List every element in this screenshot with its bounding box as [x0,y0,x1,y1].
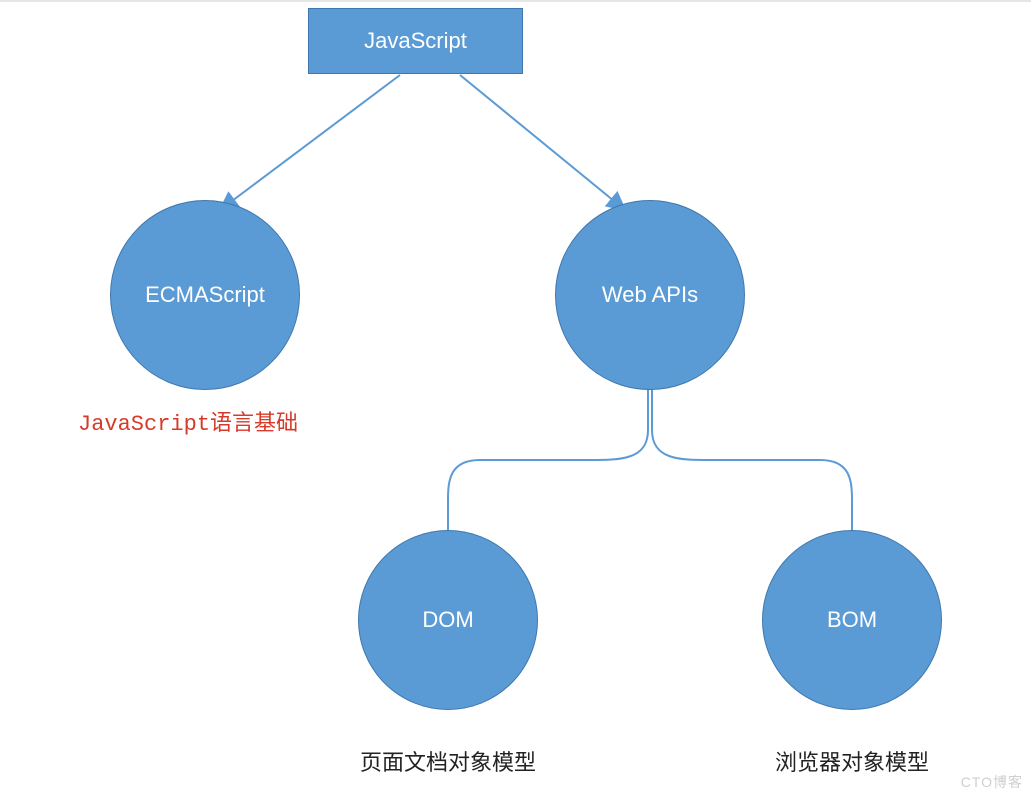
node-dom: DOM [358,530,538,710]
node-ecmascript-label: ECMAScript [145,282,265,308]
caption-ecmascript: JavaScript语言基础 [78,405,298,437]
node-root-label: JavaScript [364,28,467,54]
node-bom: BOM [762,530,942,710]
top-divider [0,0,1031,2]
edge-root-ecmascript [220,75,400,210]
caption-bom: 浏览器对象模型 [775,745,929,777]
node-webapis-label: Web APIs [602,282,698,308]
node-bom-label: BOM [827,607,877,633]
edge-webapis-bom [652,380,852,535]
node-ecmascript: ECMAScript [110,200,300,390]
watermark: CTO博客 [961,772,1023,792]
diagram-canvas: JavaScript ECMAScript JavaScript语言基础 Web… [0,0,1031,800]
edge-webapis-dom [448,380,648,535]
node-dom-label: DOM [422,607,473,633]
edge-root-webapis [460,75,625,210]
caption-dom: 页面文档对象模型 [360,745,536,777]
node-root: JavaScript [308,8,523,74]
node-webapis: Web APIs [555,200,745,390]
